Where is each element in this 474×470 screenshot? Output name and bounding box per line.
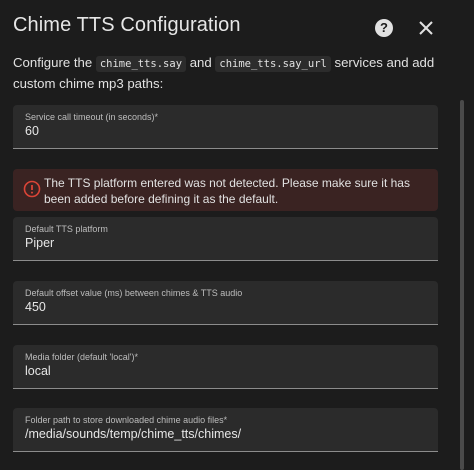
offset-value[interactable]: 450 xyxy=(25,300,46,314)
platform-label: Default TTS platform xyxy=(25,224,108,234)
media-folder-value[interactable]: local xyxy=(25,364,51,378)
intro-middle: and xyxy=(186,55,216,70)
folder-path-field[interactable]: Folder path to store downloaded chime au… xyxy=(13,408,438,452)
folder-path-label: Folder path to store downloaded chime au… xyxy=(25,415,228,425)
folder-path-value[interactable]: /media/sounds/temp/chime_tts/chimes/ xyxy=(25,427,241,441)
dialog-header: Chime TTS Configuration ? xyxy=(0,0,474,52)
dialog-intro: Configure the chime_tts.say and chime_tt… xyxy=(13,53,453,94)
error-message: The TTS platform entered was not detecte… xyxy=(44,176,410,206)
alert-circle-icon xyxy=(23,180,41,198)
intro-code-say: chime_tts.say xyxy=(95,56,187,72)
timeout-field[interactable]: Service call timeout (in seconds)* 60 xyxy=(13,105,438,149)
close-icon[interactable] xyxy=(415,17,437,39)
close-icon-svg xyxy=(419,21,433,35)
media-folder-label: Media folder (default 'local')* xyxy=(25,352,138,362)
dialog-title: Chime TTS Configuration xyxy=(13,14,241,36)
platform-field[interactable]: Default TTS platform Piper xyxy=(13,217,438,261)
scrollbar[interactable] xyxy=(460,100,464,470)
offset-field[interactable]: Default offset value (ms) between chimes… xyxy=(13,281,438,325)
timeout-value[interactable]: 60 xyxy=(25,124,39,138)
error-alert: The TTS platform entered was not detecte… xyxy=(13,169,438,211)
offset-label: Default offset value (ms) between chimes… xyxy=(25,288,243,298)
media-folder-field[interactable]: Media folder (default 'local')* local xyxy=(13,345,438,389)
help-icon[interactable]: ? xyxy=(375,19,393,37)
platform-value[interactable]: Piper xyxy=(25,236,54,250)
timeout-label: Service call timeout (in seconds)* xyxy=(25,112,159,122)
intro-prefix: Configure the xyxy=(13,55,96,70)
intro-code-say-url: chime_tts.say_url xyxy=(215,56,331,72)
config-dialog: Chime TTS Configuration ? Configure the … xyxy=(0,0,474,470)
